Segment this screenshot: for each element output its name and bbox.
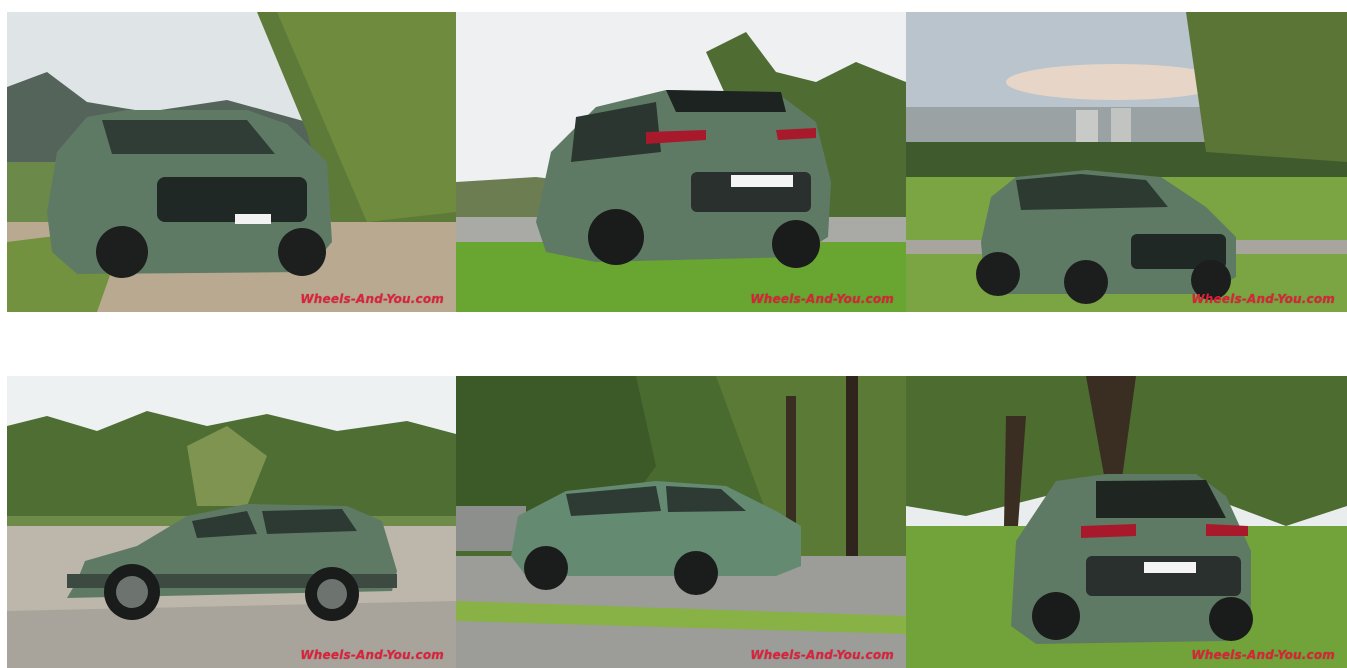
car-photo-driving xyxy=(456,376,906,668)
photo-gallery: Wheels-And-You.com Wheels-And-You.com Wh… xyxy=(0,0,1347,668)
watermark-text: Wheels-And-You.com xyxy=(1191,648,1335,662)
car-photo-city xyxy=(906,12,1347,312)
gallery-photo-side-profile[interactable]: Wheels-And-You.com xyxy=(7,376,456,668)
watermark-text: Wheels-And-You.com xyxy=(750,648,894,662)
watermark-text: Wheels-And-You.com xyxy=(750,292,894,306)
car-photo-rear-park xyxy=(906,376,1347,668)
gallery-photo-driving[interactable]: Wheels-And-You.com xyxy=(456,376,906,668)
gallery-photo-city-view[interactable]: Wheels-And-You.com xyxy=(906,12,1347,312)
watermark-text: Wheels-And-You.com xyxy=(300,648,444,662)
gallery-photo-rear-park[interactable]: Wheels-And-You.com xyxy=(906,376,1347,668)
watermark-text: Wheels-And-You.com xyxy=(1191,292,1335,306)
watermark-text: Wheels-And-You.com xyxy=(300,292,444,306)
gallery-photo-rear-view[interactable]: Wheels-And-You.com xyxy=(456,12,906,312)
car-photo-side xyxy=(7,376,456,668)
car-photo-front xyxy=(7,12,456,312)
car-photo-rear xyxy=(456,12,906,312)
gallery-photo-front-view[interactable]: Wheels-And-You.com xyxy=(7,12,456,312)
